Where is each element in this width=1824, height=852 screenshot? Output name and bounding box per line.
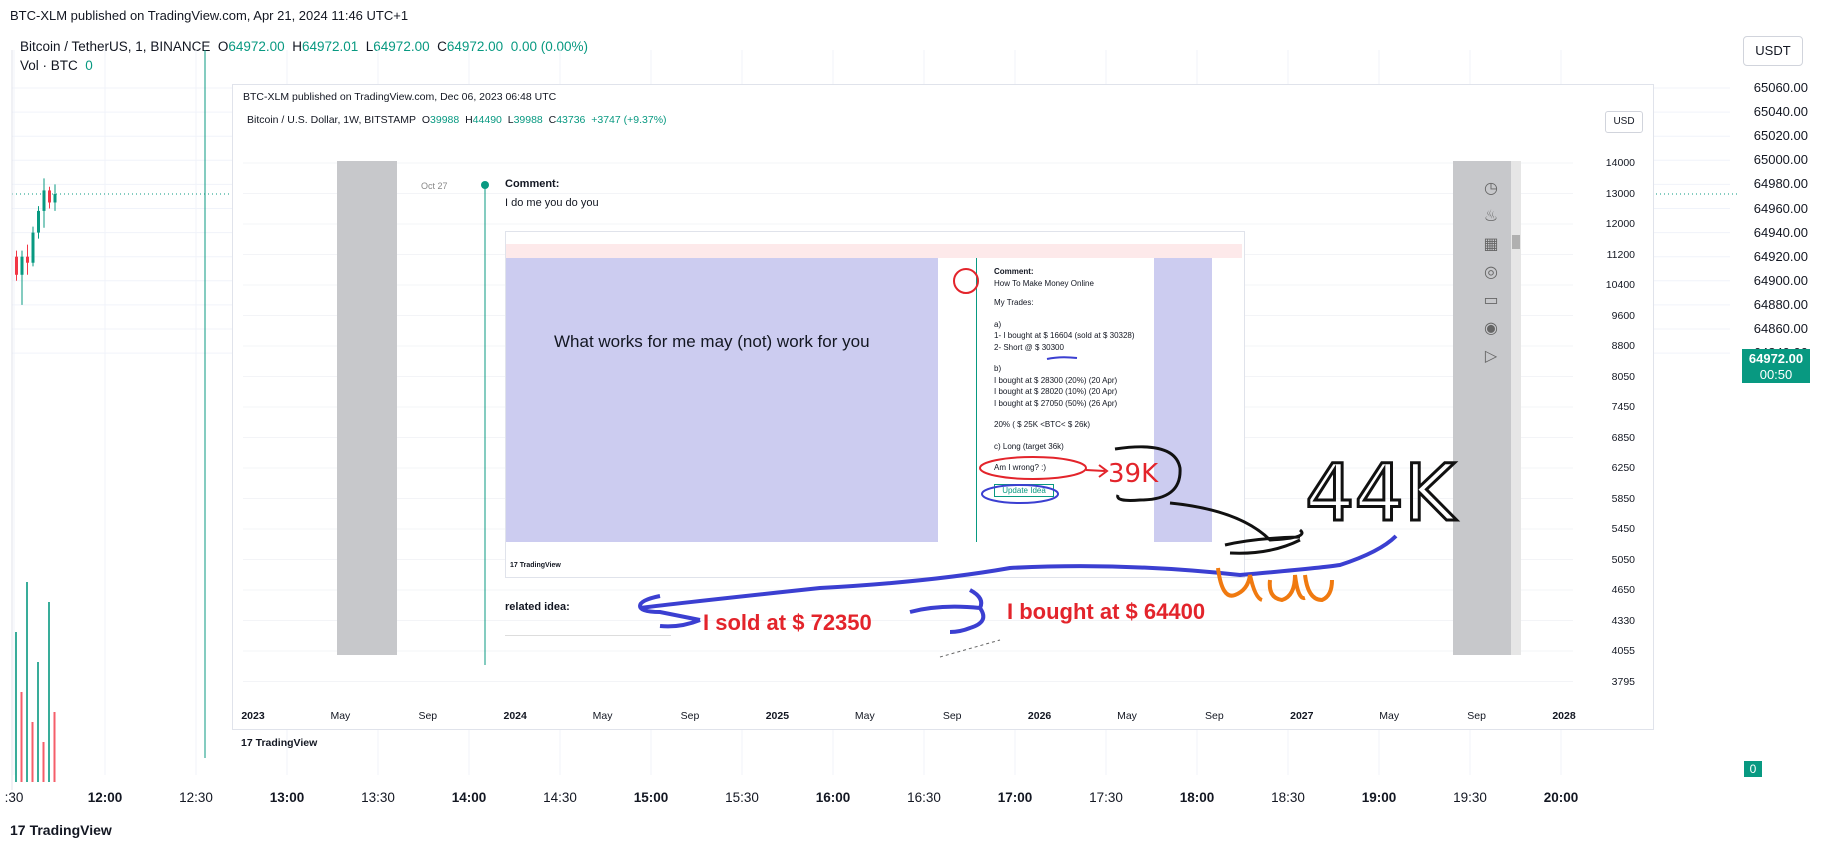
handwritten-44k: 44K: [1305, 449, 1457, 539]
tradingview-logo-icon: 17: [10, 822, 26, 838]
annotation-sold: I sold at $ 72350: [703, 610, 872, 635]
annotation-bought: I bought at $ 64400: [1007, 599, 1205, 624]
footer-brand-text: TradingView: [29, 822, 112, 838]
handwritten-39k: 39K: [1108, 459, 1159, 489]
footer-brand[interactable]: 17 TradingView: [10, 822, 112, 838]
drawing-overlay: 39K 44K I sold at $ 72350 I bought at $ …: [637, 268, 1458, 658]
